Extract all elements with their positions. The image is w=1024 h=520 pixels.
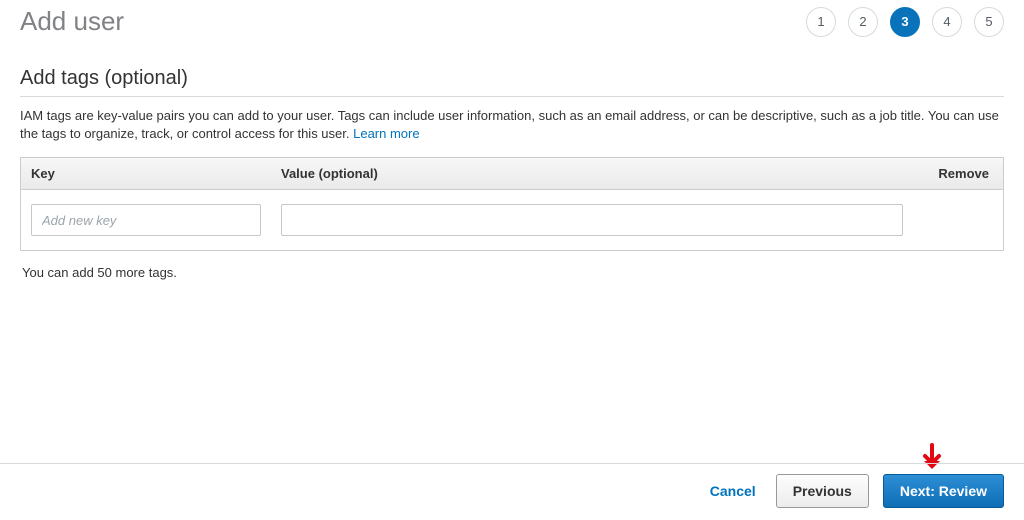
wizard-step-1[interactable]: 1	[806, 7, 836, 37]
wizard-footer: Cancel Previous Next: Review	[0, 463, 1024, 520]
page-title: Add user	[20, 6, 806, 37]
wizard-steps: 1 2 3 4 5	[806, 7, 1004, 37]
tags-table-row	[21, 190, 1003, 250]
tags-table-header: Key Value (optional) Remove	[21, 158, 1003, 190]
wizard-step-5[interactable]: 5	[974, 7, 1004, 37]
col-header-value: Value (optional)	[271, 158, 913, 189]
tag-value-input[interactable]	[281, 204, 903, 236]
section-title: Add tags (optional)	[20, 67, 1004, 97]
previous-button[interactable]: Previous	[776, 474, 869, 508]
col-header-remove: Remove	[913, 158, 1003, 189]
learn-more-link[interactable]: Learn more	[353, 126, 419, 141]
next-review-button[interactable]: Next: Review	[883, 474, 1004, 508]
tags-table: Key Value (optional) Remove	[20, 157, 1004, 251]
tags-remaining-hint: You can add 50 more tags.	[20, 251, 1004, 294]
col-header-key: Key	[21, 158, 271, 189]
section-description-text: IAM tags are key-value pairs you can add…	[20, 108, 999, 141]
section-description: IAM tags are key-value pairs you can add…	[20, 107, 1004, 143]
cancel-button[interactable]: Cancel	[704, 475, 762, 507]
tag-remove-cell	[913, 212, 1003, 228]
wizard-step-2[interactable]: 2	[848, 7, 878, 37]
wizard-step-3[interactable]: 3	[890, 7, 920, 37]
wizard-step-4[interactable]: 4	[932, 7, 962, 37]
tag-key-input[interactable]	[31, 204, 261, 236]
